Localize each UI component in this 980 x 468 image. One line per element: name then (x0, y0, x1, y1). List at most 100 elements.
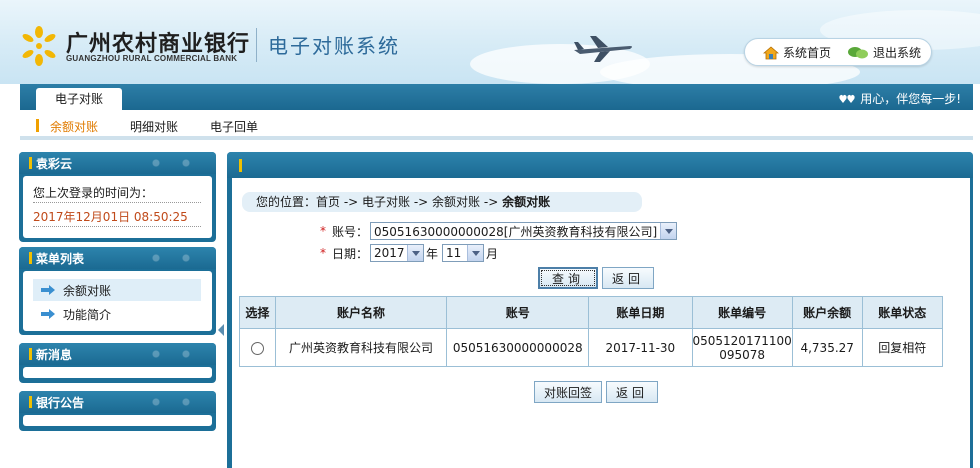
news-panel-body (23, 367, 212, 378)
subnav-electronic-receipt[interactable]: 电子回单 (210, 118, 258, 135)
home-link[interactable]: 系统首页 (763, 44, 831, 61)
main-nav-bar: 电子对账 用心，伴您每一步! (20, 84, 973, 110)
title-divider (256, 28, 257, 62)
header-pattern (136, 391, 216, 413)
user-panel-body: 您上次登录的时间为： 2017年12月01日 08:50:25 (23, 176, 212, 238)
news-panel-title: 新消息 (36, 348, 73, 362)
arrow-right-icon (41, 309, 55, 319)
month-select-value: 11 (446, 246, 462, 260)
menu-item-label: 余额对账 (63, 283, 112, 298)
slogan: 用心，伴您每一步! (839, 90, 961, 107)
bank-name-en: GUANGZHOU RURAL COMMERCIAL BANK (66, 54, 238, 63)
table-header-row: 选择 账户名称 账号 账单日期 账单编号 账户余额 账单状态 (239, 296, 944, 329)
bill-no-line1: 0505120171100 (692, 333, 792, 348)
main-panel-body: 您的位置：首页 -> 电子对账 -> 余额对账 -> 余额对账 * 账号： 05… (232, 178, 970, 468)
bill-no-cell: 0505120171100 095078 (691, 328, 793, 367)
chevron-down-icon (660, 223, 677, 239)
account-row: * 账号： 05051630000000028[广州英资教育科技有限公司] (320, 222, 678, 240)
header-select: 选择 (239, 296, 276, 329)
chevron-down-icon (467, 245, 484, 261)
header-bill-no: 账单编号 (691, 296, 793, 329)
header-bill-date: 账单日期 (588, 296, 693, 329)
slogan-text: 用心，伴您每一步! (860, 92, 961, 106)
account-select[interactable]: 05051630000000028[广州英资教育科技有限公司] (370, 222, 678, 240)
header-balance: 账户余额 (791, 296, 863, 329)
news-panel: 新消息 (19, 343, 216, 383)
tab-electronic-reconciliation[interactable]: 电子对账 (36, 88, 122, 110)
last-login-time: 2017年12月01日 08:50:25 (33, 210, 188, 224)
notice-panel: 银行公告 (19, 391, 216, 431)
account-no-cell: 05051630000000028 (446, 328, 590, 367)
account-name-cell: 广州英资教育科技有限公司 (274, 328, 448, 367)
account-label: 账号： (332, 224, 369, 239)
menu-panel: 菜单列表 余额对账 功能简介 (19, 247, 216, 335)
menu-panel-title: 菜单列表 (36, 252, 85, 266)
dotted-divider (33, 202, 201, 203)
breadcrumb-path[interactable]: 首页 -> 电子对账 -> 余额对账 -> (316, 195, 498, 209)
back-button[interactable]: 返回 (602, 267, 654, 289)
header-status: 账单状态 (861, 296, 944, 329)
subnav-detail-reconciliation[interactable]: 明细对账 (130, 118, 178, 135)
header-marker (29, 157, 32, 169)
breadcrumb-current: 余额对账 (502, 195, 551, 209)
row-select-radio[interactable] (250, 341, 264, 355)
main-content-panel: 您的位置：首页 -> 电子对账 -> 余额对账 -> 余额对账 * 账号： 05… (227, 152, 973, 468)
header-pattern (136, 152, 216, 174)
hearts-icon (839, 94, 855, 103)
notice-panel-header: 银行公告 (19, 391, 216, 413)
query-button[interactable]: 查询 (538, 267, 598, 289)
header-marker (29, 252, 32, 264)
dotted-divider (33, 226, 201, 227)
header-account-no: 账号 (446, 296, 590, 329)
header-banner: 广州农村商业银行 GUANGZHOU RURAL COMMERCIAL BANK… (0, 0, 980, 84)
subnav-marker (36, 119, 39, 132)
breadcrumb-prefix: 您的位置： (256, 195, 317, 209)
date-label: 日期： (332, 246, 369, 261)
select-cell (239, 328, 276, 367)
status-cell: 回复相符 (861, 328, 944, 367)
subnav-balance-reconciliation[interactable]: 余额对账 (50, 118, 98, 135)
airplane-icon (574, 36, 632, 62)
year-select[interactable]: 2017 (370, 244, 425, 262)
header-pattern (136, 247, 216, 269)
table-row: 广州英资教育科技有限公司 05051630000000028 2017-11-3… (239, 328, 944, 367)
system-title: 电子对账系统 (268, 34, 400, 58)
breadcrumb: 您的位置：首页 -> 电子对账 -> 余额对账 -> 余额对账 (242, 192, 642, 212)
account-select-value: 05051630000000028[广州英资教育科技有限公司] (374, 224, 658, 239)
bill-date-cell: 2017-11-30 (588, 328, 693, 367)
notice-panel-title: 银行公告 (36, 396, 85, 410)
menu-item-function-intro[interactable]: 功能简介 (33, 303, 201, 325)
main-panel-header (227, 152, 973, 178)
notice-panel-body (23, 415, 212, 426)
collapse-sidebar-icon[interactable] (218, 324, 224, 336)
logout-link[interactable]: 退出系统 (847, 44, 921, 61)
menu-panel-body: 余额对账 功能简介 (23, 271, 212, 331)
home-icon (763, 45, 779, 59)
month-select[interactable]: 11 (442, 244, 485, 262)
user-info-panel: 袁彩云 您上次登录的时间为： 2017年12月01日 08:50:25 (19, 152, 216, 242)
required-mark: * (320, 224, 326, 238)
bill-no-line2: 095078 (719, 347, 766, 362)
reply-confirm-button[interactable]: 对账回签 (534, 381, 602, 403)
header-pattern (136, 343, 216, 365)
logout-link-label: 退出系统 (873, 46, 922, 60)
arrow-right-icon (41, 285, 55, 295)
menu-item-label: 功能简介 (63, 307, 112, 322)
required-mark: * (320, 246, 326, 260)
header-marker (29, 348, 32, 360)
year-select-value: 2017 (374, 246, 405, 260)
user-panel-header: 袁彩云 (19, 152, 216, 174)
top-links-bar: 系统首页 退出系统 (744, 38, 932, 66)
balance-cell: 4,735.27 (791, 328, 863, 367)
news-panel-header: 新消息 (19, 343, 216, 365)
date-row: * 日期： 2017 年 11 月 (320, 244, 498, 262)
header-marker (29, 396, 32, 408)
reconciliation-table: 选择 账户名称 账号 账单日期 账单编号 账户余额 账单状态 广州英资教育科技有… (239, 296, 944, 367)
year-suffix: 年 (426, 246, 439, 261)
back-button-bottom[interactable]: 返回 (606, 381, 658, 403)
logout-icon (848, 46, 868, 58)
home-link-label: 系统首页 (783, 46, 832, 60)
menu-item-balance-reconciliation[interactable]: 余额对账 (33, 279, 201, 301)
header-account-name: 账户名称 (274, 296, 448, 329)
chevron-down-icon (407, 245, 424, 261)
